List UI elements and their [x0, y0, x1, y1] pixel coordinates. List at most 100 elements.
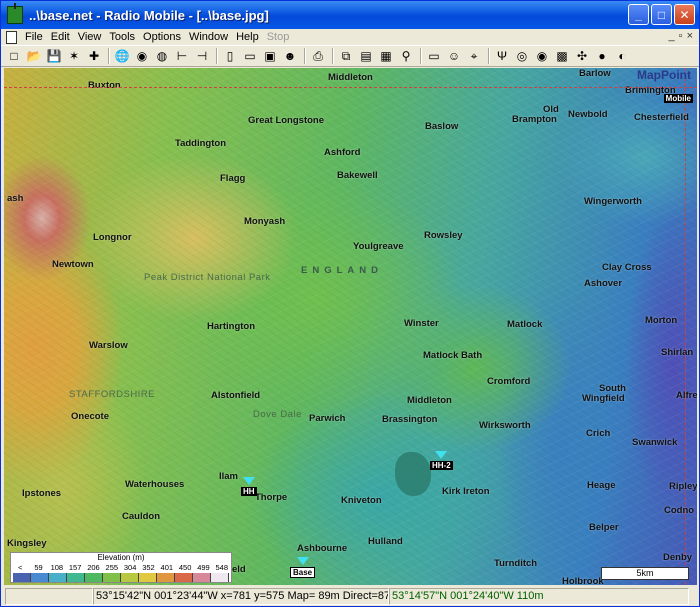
place-alstonfield: Alstonfield — [211, 390, 261, 401]
unit-hh2[interactable]: HH-2 — [430, 451, 453, 470]
place-bakewell: Bakewell — [337, 170, 378, 181]
place-kingsley: Kingsley — [7, 538, 47, 549]
people-icon[interactable]: ☺ — [445, 48, 463, 65]
save-picture-icon[interactable]: ▣ — [261, 48, 279, 65]
document-icon[interactable] — [6, 30, 17, 44]
place-warslow: Warslow — [89, 340, 128, 351]
edit-network-icon[interactable]: ✶ — [65, 48, 83, 65]
place-denby: Denby — [663, 552, 693, 563]
radar-coverage-icon[interactable]: ◎ — [513, 48, 531, 65]
mdi-restore-button[interactable]: ▫ — [679, 30, 683, 42]
legend-label: 59 — [34, 563, 43, 572]
crosshair-icon[interactable]: ⌖ — [465, 48, 483, 65]
unit-label[interactable]: Base — [290, 567, 316, 578]
mdi-close-button[interactable]: × — [687, 30, 693, 42]
close-button[interactable]: ✕ — [674, 4, 695, 25]
terrain-icon[interactable]: ▦ — [377, 48, 395, 65]
unit-marker-icon[interactable] — [435, 451, 448, 459]
status-pane-empty — [5, 587, 93, 605]
place-holbrook: Holbrook — [562, 576, 604, 585]
copy-icon[interactable]: ⧉ — [337, 48, 355, 65]
legend-swatch — [103, 573, 121, 582]
toolbar-separator — [216, 48, 218, 64]
copy-picture-icon[interactable]: ▭ — [241, 48, 259, 65]
place-taddington: Taddington — [175, 138, 227, 149]
menu-options[interactable]: Options — [143, 31, 181, 43]
unit-marker-icon[interactable] — [296, 557, 309, 565]
place-wingerworth: Wingerworth — [584, 196, 642, 207]
merge-icon[interactable]: ◍ — [153, 48, 171, 65]
visual-icon[interactable]: ◐ — [613, 48, 631, 65]
place-ashford: Ashford — [324, 147, 361, 158]
legend-swatch — [121, 573, 139, 582]
menu-help[interactable]: Help — [236, 31, 259, 43]
place-rowsley: Rowsley — [424, 230, 463, 241]
menu-bar: File Edit View Tools Options Window Help Stop _… — [1, 29, 699, 45]
mdi-minimize-button[interactable]: _ — [669, 30, 675, 42]
route-coverage-icon[interactable]: ▩ — [553, 48, 571, 65]
picture-icon[interactable]: ▯ — [221, 48, 239, 65]
save-icon[interactable]: 💾 — [45, 48, 63, 65]
region-england: ENGLAND — [301, 265, 383, 276]
elevation-legend: Elevation (m) <59 108 157 206 255 304 352 401 45… — [10, 552, 232, 583]
menu-items: File Edit View Tools Options Window Help Stop — [17, 31, 289, 43]
legend-label: 401 — [160, 563, 174, 572]
place-middleton-top: Middleton — [328, 72, 373, 83]
title-bar[interactable]: ..\base.net - Radio Mobile - [..\base.jp… — [1, 1, 699, 29]
color-icon[interactable]: ● — [593, 48, 611, 65]
map-view[interactable]: MapPoint Mobile Elevation (m) <59 108 157 2… — [4, 68, 697, 585]
radio-mobile-app-icon[interactable] — [7, 3, 23, 24]
place-matlock: Matlock — [507, 319, 543, 330]
place-hartington: Hartington — [207, 321, 256, 332]
map-extract-icon[interactable]: ◉ — [133, 48, 151, 65]
window-icon[interactable]: ▭ — [425, 48, 443, 65]
place-cauldon: Cauldon — [122, 511, 160, 522]
radio-link-icon[interactable]: Ψ — [493, 48, 511, 65]
menu-edit[interactable]: Edit — [51, 31, 70, 43]
menu-view[interactable]: View — [78, 31, 102, 43]
menu-file[interactable]: File — [25, 31, 43, 43]
unit-label[interactable]: HH-2 — [430, 461, 453, 470]
legend-label: 499 — [197, 563, 210, 572]
antenna-icon[interactable]: ✣ — [573, 48, 591, 65]
place-baslow: Baslow — [425, 121, 459, 132]
reservoir — [395, 452, 431, 496]
open-icon[interactable]: 📂 — [25, 48, 43, 65]
status-bar: 53°15'42"N 001°23'44"W x=781 y=575 Map= … — [1, 586, 699, 606]
maximize-button[interactable]: □ — [651, 4, 672, 25]
menu-tools[interactable]: Tools — [109, 31, 135, 43]
place-south-wingfield-b: Wingfield — [582, 393, 625, 404]
legend-label: 157 — [68, 563, 82, 572]
minimize-button[interactable]: _ — [628, 4, 649, 25]
place-ashbourne: Ashbourne — [297, 543, 348, 554]
elevation-grid-icon[interactable]: ⊢ — [173, 48, 191, 65]
print-icon[interactable]: ⎙ — [309, 48, 327, 65]
toolbar-separator — [488, 48, 490, 64]
legend-label: 206 — [87, 563, 100, 572]
toolbar-separator — [304, 48, 306, 64]
find-icon[interactable]: ⚲ — [397, 48, 415, 65]
unit-label[interactable]: HH — [241, 487, 257, 496]
unit-base[interactable]: Base — [290, 557, 316, 578]
place-parwich: Parwich — [309, 413, 346, 424]
export-icon[interactable]: ⊣ — [193, 48, 211, 65]
new-icon[interactable]: □ — [5, 48, 23, 65]
paste-icon[interactable]: ▤ — [357, 48, 375, 65]
unit-marker-icon[interactable] — [242, 477, 255, 485]
place-barlow: Barlow — [579, 68, 611, 79]
place-monyash: Monyash — [244, 216, 286, 227]
user-icon[interactable]: ☻ — [281, 48, 299, 65]
combined-coverage-icon[interactable]: ◉ — [533, 48, 551, 65]
globe-icon[interactable]: 🌐 — [113, 48, 131, 65]
place-kniveton: Kniveton — [341, 495, 382, 506]
toolbar-separator — [332, 48, 334, 64]
unit-hh[interactable]: HH — [241, 477, 257, 496]
legend-label: 108 — [50, 563, 64, 572]
legend-swatch — [49, 573, 67, 582]
properties-icon[interactable]: ✚ — [85, 48, 103, 65]
legend-label: 304 — [123, 563, 137, 572]
place-hulland: Hulland — [368, 536, 403, 547]
menu-window[interactable]: Window — [189, 31, 228, 43]
place-turnditch: Turnditch — [494, 558, 538, 569]
place-shirland: Shirlan — [661, 347, 694, 358]
